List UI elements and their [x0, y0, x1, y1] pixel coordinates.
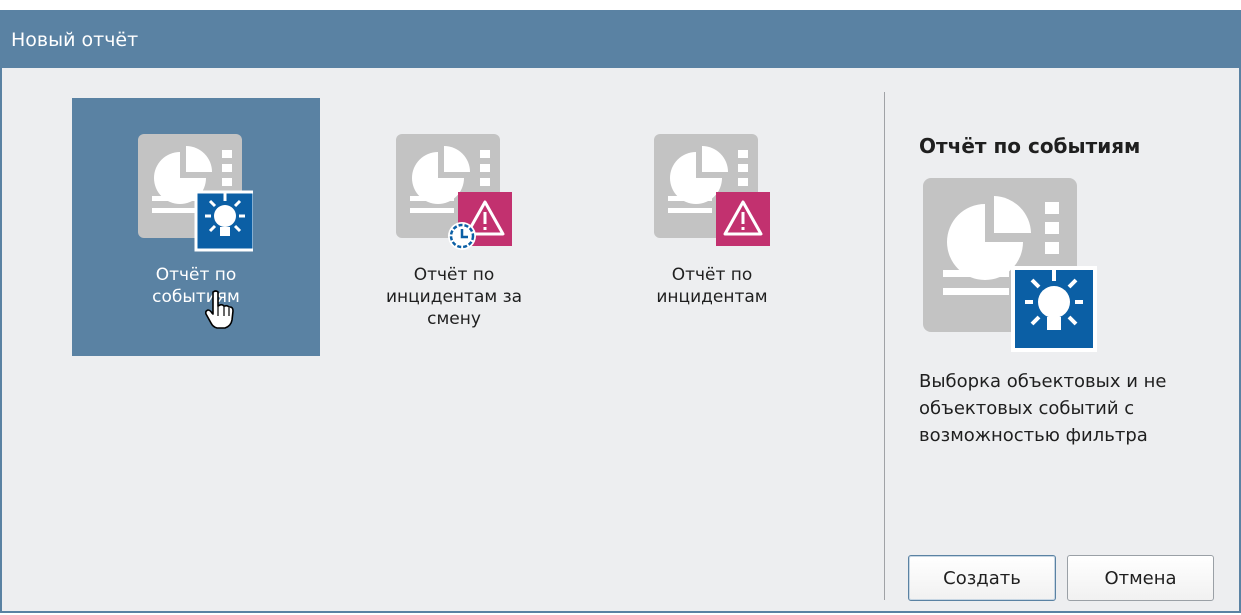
create-button[interactable]: Создать	[908, 555, 1056, 601]
tile-events-report[interactable]: Отчёт по событиям	[72, 98, 320, 356]
dialog-title: Новый отчёт	[11, 29, 139, 51]
incidents-report-icon	[654, 134, 770, 246]
dialog-titlebar: Новый отчёт	[2, 10, 1239, 68]
tile-incidents-report-label: Отчёт по инцидентам	[656, 265, 768, 307]
new-report-dialog: Новый отчёт Отчёт по событиям Отчёт по и…	[0, 10, 1241, 613]
clock-icon	[448, 222, 476, 250]
hand-cursor-icon	[205, 290, 234, 329]
tile-events-report-label: Отчёт по событиям	[152, 265, 240, 307]
details-events-report-icon	[923, 178, 1097, 352]
panel-divider	[884, 92, 885, 600]
events-report-icon	[138, 134, 253, 252]
cancel-button[interactable]: Отмена	[1067, 555, 1214, 601]
tile-shift-incidents-report-label: Отчёт по инцидентам за смену	[385, 265, 523, 329]
details-title: Отчёт по событиям	[919, 134, 1141, 158]
details-description: Выборка объектовых и не объектовых событ…	[919, 371, 1167, 446]
shift-incidents-report-icon	[396, 134, 512, 250]
tile-shift-incidents-report[interactable]: Отчёт по инцидентам за смену	[330, 98, 578, 356]
tile-incidents-report[interactable]: Отчёт по инцидентам	[588, 98, 836, 356]
